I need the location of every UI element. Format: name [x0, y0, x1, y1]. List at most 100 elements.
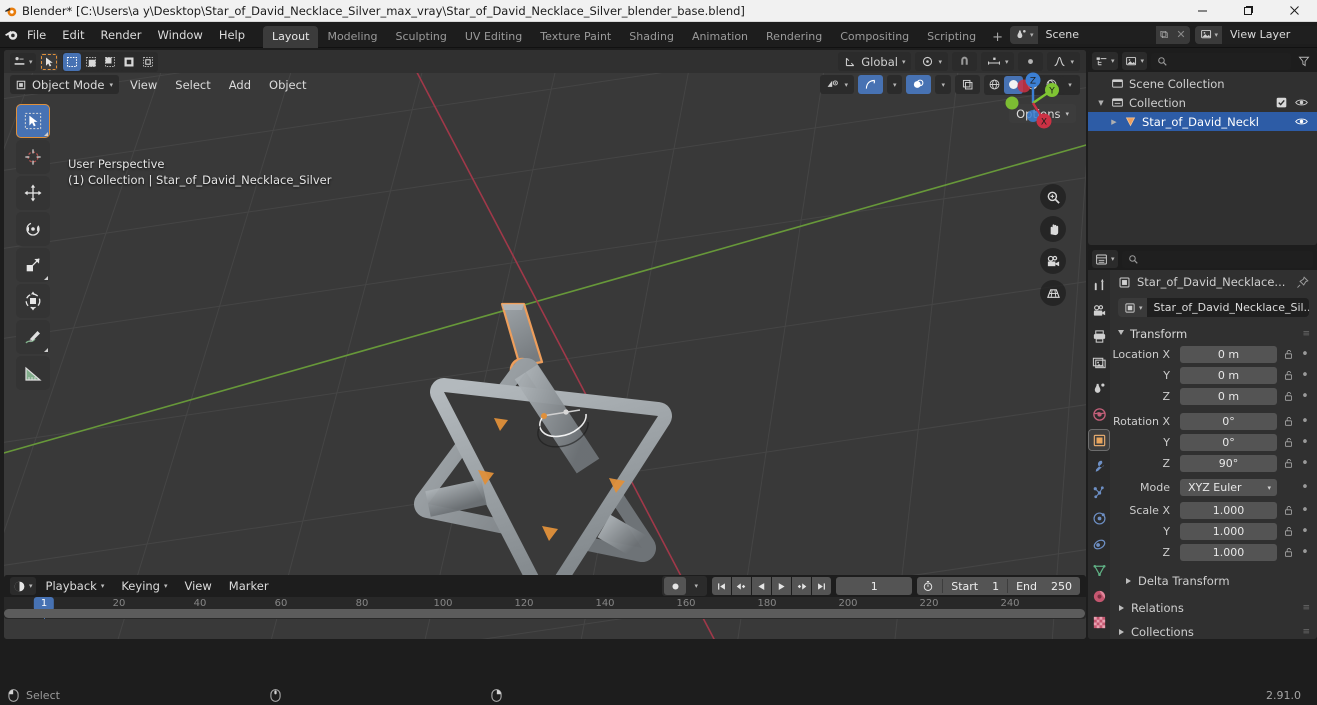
workspace-tab-texture-paint[interactable]: Texture Paint	[531, 26, 620, 48]
collection-visibility-eye-icon[interactable]	[1295, 97, 1308, 108]
timeline-menu-playback[interactable]: Playback ▾	[39, 577, 112, 595]
rotation-y-field[interactable]: 0°	[1180, 434, 1277, 451]
collection-checkbox[interactable]	[1276, 97, 1287, 108]
workspace-tab-sculpting[interactable]: Sculpting	[387, 26, 456, 48]
new-scene-button[interactable]: ⧉	[1155, 25, 1173, 44]
properties-tab-constraints[interactable]	[1089, 534, 1109, 554]
outliner-search-input[interactable]	[1151, 52, 1291, 70]
scale-x-lock-icon[interactable]	[1281, 505, 1295, 516]
minimize-button[interactable]	[1179, 0, 1225, 21]
rotation-mode-dropdown[interactable]: XYZ Euler ▾	[1180, 479, 1277, 496]
rotation-y-lock-icon[interactable]	[1281, 437, 1295, 448]
collection-disclosure-icon[interactable]: ▼	[1096, 99, 1106, 107]
properties-tab-scene[interactable]	[1089, 378, 1109, 398]
properties-tab-tool[interactable]	[1089, 274, 1109, 294]
record-icon[interactable]	[664, 577, 687, 595]
rotation-mode-animate-dot[interactable]: •	[1299, 481, 1311, 494]
scene-name[interactable]: Scene	[1037, 25, 1156, 44]
menu-help[interactable]: Help	[211, 24, 253, 46]
workspace-tab-compositing[interactable]: Compositing	[831, 26, 918, 48]
rotation-x-animate-dot[interactable]: •	[1299, 415, 1311, 428]
play-reverse-button[interactable]	[752, 577, 772, 595]
add-workspace-button[interactable]: +	[985, 27, 1010, 48]
outliner-row-object[interactable]: ▶ Star_of_David_Neckl	[1088, 112, 1317, 131]
overlays-toggle[interactable]	[906, 75, 932, 94]
tool-annotate[interactable]	[16, 320, 50, 354]
tool-scale[interactable]	[16, 248, 50, 282]
properties-tab-material[interactable]	[1089, 586, 1109, 606]
workspace-tab-rendering[interactable]: Rendering	[757, 26, 831, 48]
outliner-row-scene-collection[interactable]: Scene Collection	[1088, 74, 1317, 93]
location-x-field[interactable]: 0 m	[1180, 346, 1277, 363]
select-intersect-icon[interactable]	[138, 52, 157, 71]
select-extend-icon[interactable]	[81, 52, 100, 71]
gizmo-options-caret[interactable]: ▾	[886, 75, 903, 94]
location-z-lock-icon[interactable]	[1281, 391, 1295, 402]
blender-menu-icon[interactable]	[4, 22, 19, 48]
jump-to-end-button[interactable]	[812, 577, 832, 595]
location-y-animate-dot[interactable]: •	[1299, 369, 1311, 382]
auto-keying-caret[interactable]: ▾	[687, 577, 705, 595]
use-preview-range-icon[interactable]	[917, 577, 942, 595]
view-layer-name[interactable]: View Layer	[1222, 25, 1317, 44]
select-invert-icon[interactable]	[119, 52, 138, 71]
properties-editor-type-icon[interactable]: ▾	[1092, 250, 1118, 268]
scene-selector[interactable]: ▾ Scene ⧉ ✕	[1009, 25, 1190, 44]
properties-tab-output[interactable]	[1089, 326, 1109, 346]
panel-delta-transform[interactable]: Delta Transform	[1110, 570, 1317, 592]
tool-cursor[interactable]	[16, 140, 50, 174]
gizmo-toggle[interactable]	[857, 75, 883, 94]
snapping-toggle[interactable]	[951, 52, 977, 71]
rotation-z-field[interactable]: 90°	[1180, 455, 1277, 472]
tool-move[interactable]	[16, 176, 50, 210]
viewport-menu-view[interactable]: View	[123, 76, 164, 94]
menu-render[interactable]: Render	[93, 24, 150, 46]
workspace-tab-modeling[interactable]: Modeling	[318, 26, 386, 48]
next-keyframe-button[interactable]	[792, 577, 812, 595]
location-x-lock-icon[interactable]	[1281, 349, 1295, 360]
viewport-menu-add[interactable]: Add	[222, 76, 258, 94]
scale-z-animate-dot[interactable]: •	[1299, 546, 1311, 559]
pivot-point-selector[interactable]: ▾	[915, 52, 948, 71]
tool-tweak-select[interactable]	[16, 104, 50, 138]
object-disclosure-icon[interactable]: ▶	[1109, 118, 1119, 126]
menu-file[interactable]: File	[19, 24, 54, 46]
end-frame-field[interactable]: End 250	[1008, 577, 1080, 595]
outliner-display-mode[interactable]: ▾	[1121, 52, 1148, 70]
xray-toggle[interactable]	[955, 75, 980, 94]
play-button[interactable]	[772, 577, 792, 595]
camera-icon[interactable]	[1040, 248, 1066, 274]
tool-measure[interactable]	[16, 356, 50, 390]
properties-search-input[interactable]	[1121, 250, 1313, 268]
outliner-editor[interactable]: ▾ ▾ Scene Collection ▼ Collection ▶ Star…	[1088, 50, 1317, 245]
select-subtract-icon[interactable]	[100, 52, 119, 71]
editor-type-icon[interactable]: ▾	[10, 52, 36, 71]
location-y-field[interactable]: 0 m	[1180, 367, 1277, 384]
visibility-selector[interactable]: ▾	[820, 75, 854, 94]
properties-tab-modifier[interactable]	[1089, 456, 1109, 476]
zoom-icon[interactable]	[1040, 184, 1066, 210]
workspace-tab-scripting[interactable]: Scripting	[918, 26, 985, 48]
workspace-tab-animation[interactable]: Animation	[683, 26, 757, 48]
timeline-menu-marker[interactable]: Marker	[222, 577, 276, 595]
panel-collections[interactable]: Collections ≡	[1110, 621, 1317, 639]
scale-y-lock-icon[interactable]	[1281, 526, 1295, 537]
viewport-3d[interactable]: ▾ Global ▾ ▾ ▾ ▾ Object Mode ▾ View Sele…	[4, 50, 1086, 639]
scale-y-animate-dot[interactable]: •	[1299, 525, 1311, 538]
viewport-menu-object[interactable]: Object	[262, 76, 313, 94]
view-layer-selector[interactable]: ▾ View Layer ⧉ ✕	[1194, 25, 1317, 44]
current-frame-field[interactable]: 1	[836, 577, 913, 595]
object-id-selector[interactable]: ▾ Star_of_David_Necklace_Sil...	[1110, 294, 1317, 323]
properties-tab-world[interactable]	[1089, 404, 1109, 424]
properties-tab-view-layer[interactable]	[1089, 352, 1109, 372]
viewport-menu-select[interactable]: Select	[168, 76, 217, 94]
object-id-name[interactable]: Star_of_David_Necklace_Sil...	[1146, 298, 1309, 317]
select-set-icon[interactable]	[62, 52, 81, 71]
start-frame-field[interactable]: Start 1	[943, 577, 1007, 595]
interaction-mode-selector[interactable]: Object Mode ▾	[10, 75, 119, 94]
timeline-menu-keying[interactable]: Keying ▾	[114, 577, 174, 595]
scale-x-animate-dot[interactable]: •	[1299, 504, 1311, 517]
properties-tab-physics[interactable]	[1089, 508, 1109, 528]
properties-tab-particles[interactable]	[1089, 482, 1109, 502]
previous-keyframe-button[interactable]	[732, 577, 752, 595]
